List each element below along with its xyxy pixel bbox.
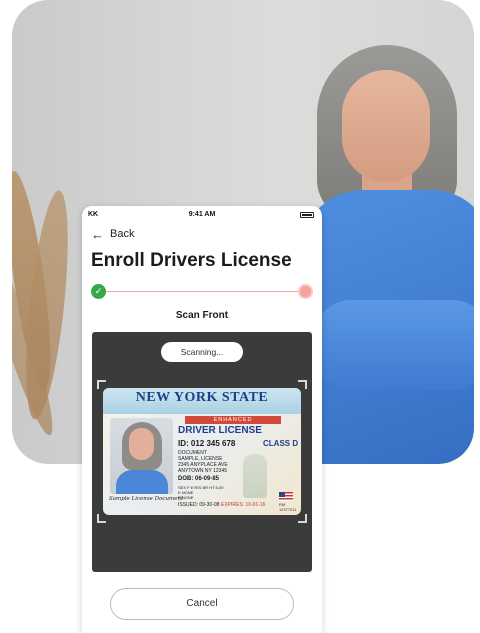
scan-label: Scan Front <box>175 310 229 321</box>
woman-crossed-arms <box>312 300 474 390</box>
arrow-left-icon: ← <box>91 226 104 242</box>
frame-corner-icon <box>97 514 106 523</box>
camera-viewfinder: Scanning... NEW YORK STATE ENHANCED DRIV… <box>92 332 312 572</box>
license-serial: RM 12377011 <box>279 502 297 512</box>
license-dob: DOB: 06-09-85 <box>178 476 220 482</box>
license-id: ID: 012 345 678 <box>178 439 236 448</box>
license-class: CLASS D <box>263 439 299 448</box>
license-type: DRIVER LICENSE <box>178 425 262 436</box>
step-complete-check-icon: ✓ <box>91 284 106 299</box>
statue-of-liberty-icon <box>243 454 267 498</box>
license-signature: Sample License Document <box>109 496 184 502</box>
step-progress: ✓ <box>91 284 313 300</box>
clock: 9:41 AM <box>188 211 216 218</box>
battery-icon <box>300 212 314 218</box>
license-photo <box>110 418 173 494</box>
progress-line <box>105 291 299 292</box>
status-bar: KK 9:41 AM <box>82 210 322 222</box>
license-expires: EXPIRES: 10-01-16 <box>221 502 266 508</box>
page-title: Enroll Drivers License <box>91 250 292 271</box>
license-enhanced-banner: ENHANCED <box>185 416 281 424</box>
woman-face <box>342 70 430 182</box>
scanning-status-pill: Scanning... <box>161 342 243 362</box>
cancel-button[interactable]: Cancel <box>110 588 294 620</box>
drivers-license-card: NEW YORK STATE ENHANCED DRIVER LICENSE I… <box>103 388 301 515</box>
us-flag-icon <box>279 492 293 501</box>
marketing-composition: KK 9:41 AM ← Back Enroll Drivers License… <box>0 0 480 633</box>
back-button[interactable]: ← Back <box>91 226 134 242</box>
license-line: ANYTOWN NY 12345 <box>178 468 228 474</box>
license-issued: ISSUED: 09-30-08 <box>178 502 220 508</box>
phone-screen: KK 9:41 AM ← Back Enroll Drivers License… <box>82 206 322 633</box>
step-pending-indicator <box>298 284 313 299</box>
frame-corner-icon <box>298 514 307 523</box>
back-label: Back <box>110 228 135 240</box>
license-state: NEW YORK STATE <box>135 390 269 405</box>
